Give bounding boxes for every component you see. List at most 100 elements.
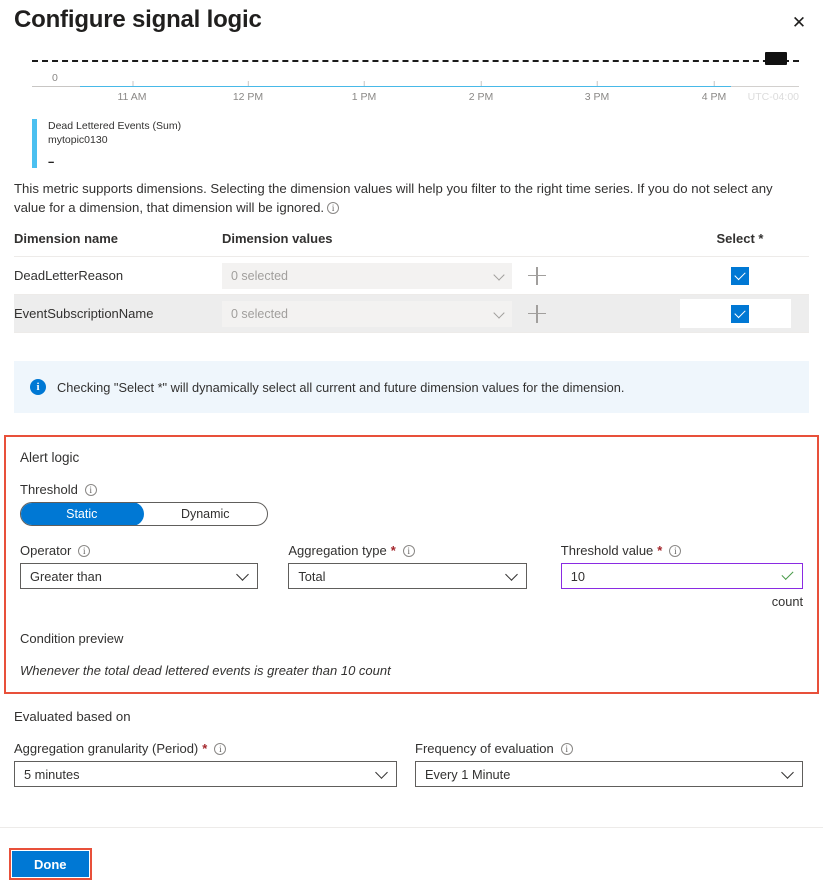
chevron-down-icon: [493, 307, 505, 319]
threshold-value-input[interactable]: 10: [560, 563, 804, 590]
dimensions-description: This metric supports dimensions. Selecti…: [14, 179, 804, 217]
select-cell: [671, 266, 809, 285]
table-header-row: Dimension name Dimension values Select *: [14, 231, 809, 258]
aggregation-granularity-field: Aggregation granularity (Period) * i 5 m…: [14, 741, 397, 788]
metric-chart: 0 11 AM 12 PM 1 PM 2 PM 3 PM 4 PM UTC-04…: [14, 46, 809, 171]
chevron-down-icon: [781, 766, 794, 780]
threshold-value-text: 10: [570, 568, 586, 584]
threshold-value-label-row: Threshold value * i: [561, 543, 803, 558]
frequency-of-evaluation-dropdown[interactable]: Every 1 Minute: [415, 761, 803, 788]
info-icon[interactable]: i: [78, 544, 91, 557]
operator-dropdown[interactable]: Greater than: [20, 563, 259, 590]
x-axis-tick-label: 2 PM: [468, 91, 494, 103]
x-axis-tick-label: 4 PM: [701, 91, 727, 103]
x-axis-left-segment: [32, 86, 80, 87]
table-row: EventSubscriptionName 0 selected: [14, 295, 809, 334]
threshold-option-static[interactable]: Static: [21, 503, 144, 526]
chevron-down-icon: [493, 269, 505, 281]
x-axis-tick: 1 PM: [352, 81, 376, 103]
aggregation-label-row: Aggregation type * i: [288, 543, 526, 558]
info-banner: i Checking "Select *" will dynamically s…: [14, 361, 809, 414]
dimension-name-label: DeadLetterReason: [14, 268, 124, 284]
info-icon[interactable]: i: [327, 202, 340, 215]
threshold-option-dynamic[interactable]: Dynamic: [144, 503, 268, 525]
dimension-values-selected-text: 0 selected: [231, 268, 288, 283]
condition-preview-label: Condition preview: [20, 631, 124, 647]
threshold-label: Threshold: [20, 482, 78, 498]
x-axis-tick: 3 PM: [584, 81, 610, 103]
info-banner-text: Checking "Select *" will dynamically sel…: [57, 379, 625, 395]
dimension-values-dropdown[interactable]: 0 selected: [222, 262, 512, 289]
x-axis-tick: 12 PM: [232, 81, 264, 103]
legend-metric-name: Dead Lettered Events (Sum): [48, 120, 182, 132]
info-icon[interactable]: i: [560, 742, 573, 755]
done-button[interactable]: Done: [12, 851, 89, 877]
info-icon[interactable]: i: [669, 544, 682, 557]
granularity-label-row: Aggregation granularity (Period) * i: [14, 741, 397, 756]
info-icon[interactable]: i: [214, 742, 227, 755]
aggregation-label: Aggregation type: [288, 543, 387, 559]
threshold-value-label: Threshold value: [560, 543, 654, 559]
threshold-label-row: Threshold i: [20, 482, 803, 497]
frequency-label: Frequency of evaluation: [415, 741, 554, 757]
select-all-checkbox[interactable]: [731, 266, 749, 285]
add-dimension-value-button[interactable]: [528, 266, 546, 285]
operator-field: Operator i Greater than: [20, 543, 259, 609]
dimension-name-label: EventSubscriptionName: [14, 306, 154, 322]
operator-label: Operator: [20, 543, 72, 559]
x-axis-tick-label: 12 PM: [232, 91, 264, 103]
frequency-of-evaluation-field: Frequency of evaluation i Every 1 Minute: [415, 741, 803, 788]
evaluated-fields: Aggregation granularity (Period) * i 5 m…: [14, 741, 809, 788]
evaluated-based-on-section: Evaluated based on Aggregation granulari…: [14, 709, 809, 788]
dialog-header: Configure signal logic ✕: [0, 0, 823, 46]
column-header-select: Select *: [716, 231, 764, 247]
granularity-label: Aggregation granularity (Period): [14, 741, 199, 757]
frequency-value: Every 1 Minute: [425, 766, 511, 782]
legend-resource-name: mytopic0130: [48, 134, 108, 147]
aggregation-granularity-dropdown[interactable]: 5 minutes: [14, 761, 397, 788]
required-marker: *: [202, 741, 208, 757]
info-icon: i: [30, 379, 46, 396]
condition-preview-text: Whenever the total dead lettered events …: [20, 663, 391, 679]
x-axis-tick: 4 PM: [701, 81, 727, 103]
alert-logic-fields: Operator i Greater than Aggregation type…: [20, 543, 804, 609]
dimension-values-selected-text: 0 selected: [231, 306, 288, 321]
chevron-down-icon: [504, 568, 518, 582]
alert-logic-title: Alert logic: [20, 450, 80, 466]
column-header-dimension-values: Dimension values: [222, 231, 333, 247]
aggregation-value: Total: [298, 568, 326, 584]
chevron-down-icon: [236, 568, 250, 582]
chart-plot-area: [32, 46, 799, 98]
threshold-dashed-line: [32, 60, 799, 62]
granularity-value: 5 minutes: [24, 766, 80, 782]
valid-check-icon: [781, 568, 794, 581]
y-axis-tick-0: 0: [52, 72, 58, 84]
threshold-type-toggle[interactable]: Static Dynamic: [20, 502, 268, 527]
operator-label-row: Operator i: [20, 543, 258, 558]
x-axis-series-line: [80, 86, 734, 87]
frequency-label-row: Frequency of evaluation i: [415, 741, 803, 756]
chevron-down-icon: [375, 766, 388, 780]
dimensions-table: Dimension name Dimension values Select *…: [14, 231, 809, 334]
evaluated-based-on-title: Evaluated based on: [14, 709, 131, 725]
close-icon[interactable]: ✕: [785, 8, 813, 36]
aggregation-type-dropdown[interactable]: Total: [288, 563, 527, 590]
done-button-highlight: Done: [9, 848, 92, 880]
select-all-checkbox[interactable]: [731, 304, 749, 323]
x-axis-tick: 11 AM: [117, 81, 147, 103]
threshold-value-field: Threshold value * i 10 count: [560, 543, 804, 609]
info-icon[interactable]: i: [84, 483, 97, 496]
x-axis-tick: 2 PM: [468, 81, 494, 103]
dimension-values-dropdown[interactable]: 0 selected: [222, 300, 512, 327]
required-marker: *: [657, 543, 663, 559]
footer-divider: [0, 827, 823, 828]
info-icon[interactable]: i: [402, 544, 415, 557]
dimensions-description-text: This metric supports dimensions. Selecti…: [14, 181, 773, 216]
column-header-dimension-name: Dimension name: [14, 231, 119, 247]
x-axis-tick-label: 3 PM: [584, 91, 610, 103]
add-dimension-value-button[interactable]: [528, 304, 546, 323]
x-axis-tick-label: 11 AM: [117, 91, 147, 103]
chart-legend: Dead Lettered Events (Sum) mytopic0130 -…: [32, 119, 182, 169]
page-title: Configure signal logic: [14, 6, 262, 33]
legend-value: --: [48, 156, 54, 169]
